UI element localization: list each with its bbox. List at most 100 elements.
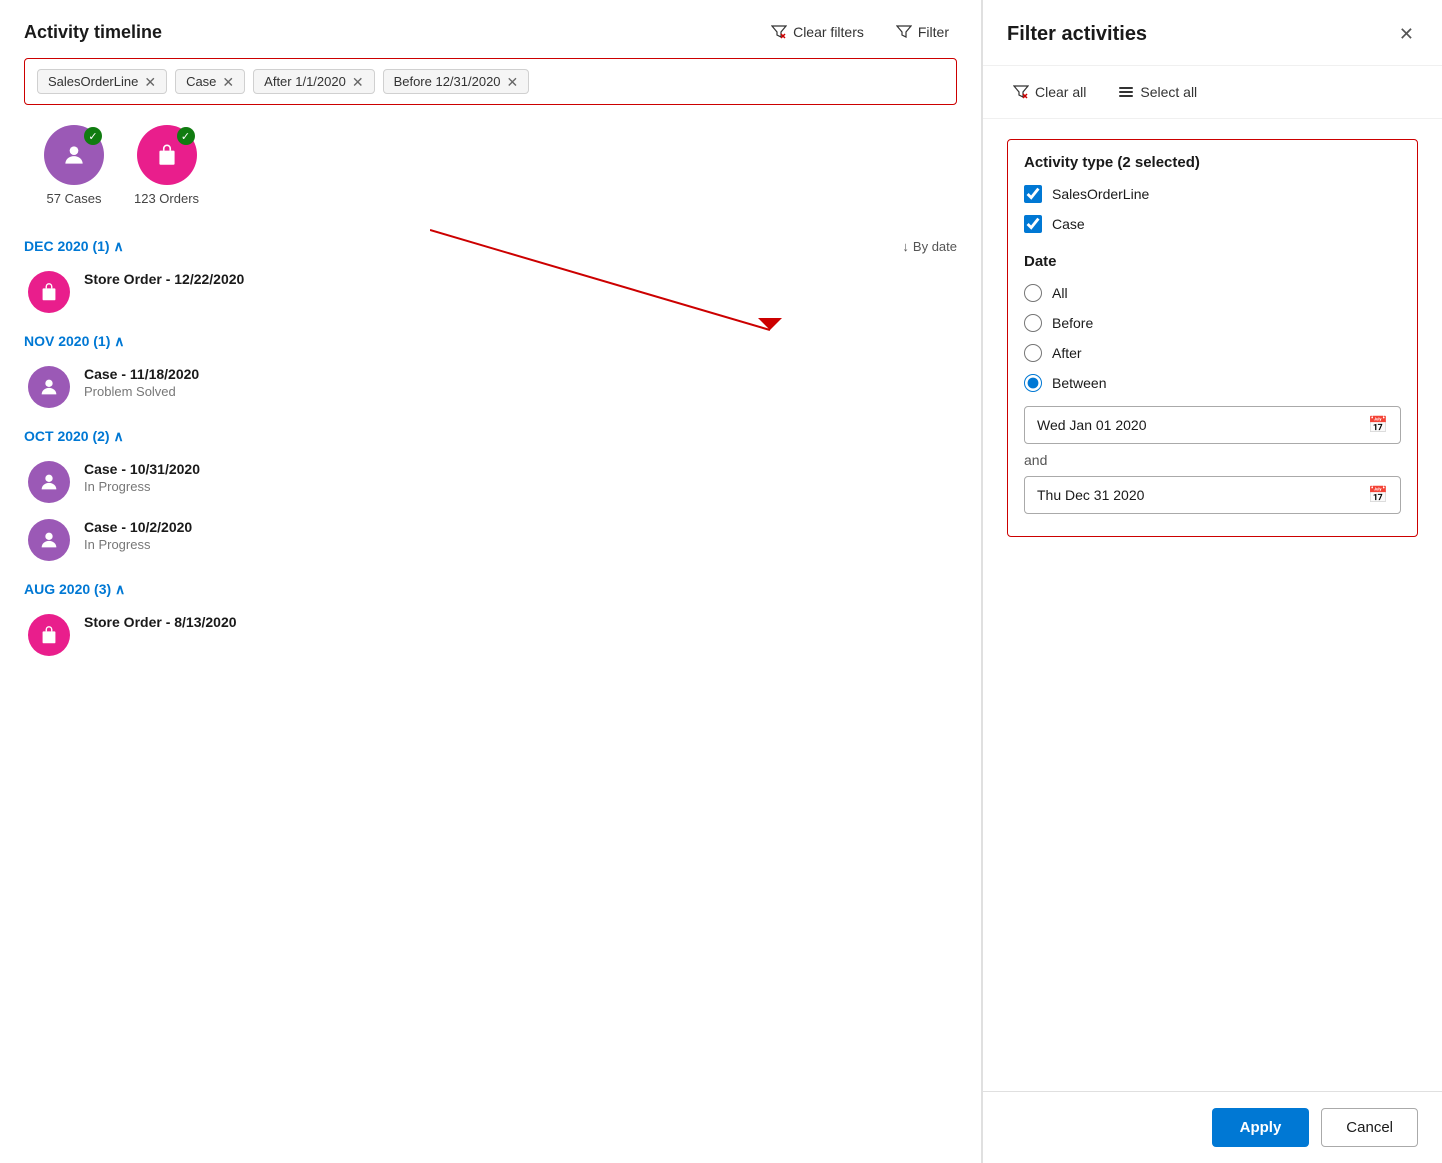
activity-type-section: Activity type (2 selected) SalesOrderLin…	[1007, 139, 1418, 537]
bag-icon-small	[38, 624, 60, 646]
item-subtitle: In Progress	[84, 479, 200, 494]
right-panel: Filter activities ✕ Clear all Select all…	[982, 0, 1442, 1163]
item-icon-person	[28, 366, 70, 408]
person-icon	[61, 142, 87, 168]
date-after-label: After	[1052, 345, 1082, 361]
right-content: Activity type (2 selected) SalesOrderLin…	[983, 119, 1442, 1091]
radio-before: Before	[1024, 314, 1401, 332]
timeline-item: Case - 10/31/2020 In Progress	[24, 461, 957, 503]
date-from-wrapper: 📅	[1024, 406, 1401, 444]
date-input-row: 📅 and 📅	[1024, 406, 1401, 514]
date-to-input[interactable]	[1037, 487, 1368, 503]
case-label: Case	[1052, 216, 1085, 232]
date-between-label: Between	[1052, 375, 1106, 391]
check-badge: ✓	[84, 127, 102, 145]
tag-close-after[interactable]: ✕	[352, 75, 364, 89]
date-between-radio[interactable]	[1024, 374, 1042, 392]
item-info: Case - 10/31/2020 In Progress	[84, 461, 200, 494]
date-all-radio[interactable]	[1024, 284, 1042, 302]
activity-title: Activity timeline	[24, 22, 162, 43]
select-all-button[interactable]: Select all	[1112, 80, 1203, 104]
date-before-label: Before	[1052, 315, 1093, 331]
stat-label-cases: 57 Cases	[47, 191, 102, 206]
filter-button[interactable]: Filter	[888, 20, 957, 44]
cases-icon-circle: ✓	[44, 125, 104, 185]
month-header-dec: DEC 2020 (1) ∧ ↓ By date	[24, 234, 957, 259]
salesorderline-label: SalesOrderLine	[1052, 186, 1149, 202]
item-info: Case - 10/2/2020 In Progress	[84, 519, 192, 552]
date-section: Date All Before After Between	[1024, 253, 1401, 514]
date-heading: Date	[1024, 253, 1401, 270]
tag-close-salesorderline[interactable]: ✕	[144, 75, 156, 89]
month-label-oct[interactable]: OCT 2020 (2) ∧	[24, 428, 124, 445]
timeline-section-nov: NOV 2020 (1) ∧ Case - 11/18/2020 Problem…	[24, 329, 957, 408]
calendar-to-icon[interactable]: 📅	[1368, 485, 1388, 505]
left-panel: Activity timeline Clear filters Filter S…	[0, 0, 982, 1163]
cancel-button[interactable]: Cancel	[1321, 1108, 1418, 1147]
item-icon-person	[28, 519, 70, 561]
date-all-label: All	[1052, 285, 1068, 301]
month-header-nov: NOV 2020 (1) ∧	[24, 329, 957, 354]
item-info: Store Order - 8/13/2020	[84, 614, 237, 630]
stat-item-orders: ✓ 123 Orders	[134, 125, 199, 206]
timeline-item: Store Order - 8/13/2020	[24, 614, 957, 656]
month-header-aug: AUG 2020 (3) ∧	[24, 577, 957, 602]
and-text: and	[1024, 452, 1401, 468]
funnel-clear-icon	[771, 24, 787, 40]
calendar-from-icon[interactable]: 📅	[1368, 415, 1388, 435]
item-subtitle: In Progress	[84, 537, 192, 552]
activity-type-heading: Activity type (2 selected)	[1024, 154, 1401, 171]
clear-filters-button[interactable]: Clear filters	[763, 20, 872, 44]
item-title: Store Order - 8/13/2020	[84, 614, 237, 630]
activity-header: Activity timeline Clear filters Filter	[24, 20, 957, 44]
orders-icon-circle: ✓	[137, 125, 197, 185]
header-actions: Clear filters Filter	[763, 20, 957, 44]
filter-tag: SalesOrderLine ✕	[37, 69, 167, 94]
item-subtitle: Problem Solved	[84, 384, 199, 399]
filter-tag: Before 12/31/2020 ✕	[383, 69, 530, 94]
check-badge-orders: ✓	[177, 127, 195, 145]
right-actions: Clear all Select all	[983, 66, 1442, 119]
month-label-aug[interactable]: AUG 2020 (3) ∧	[24, 581, 125, 598]
timeline-section-dec: DEC 2020 (1) ∧ ↓ By date Store Order - 1…	[24, 234, 957, 313]
filter-tags-box: SalesOrderLine ✕ Case ✕ After 1/1/2020 ✕…	[24, 58, 957, 105]
item-info: Case - 11/18/2020 Problem Solved	[84, 366, 199, 399]
date-after-radio[interactable]	[1024, 344, 1042, 362]
funnel-icon	[896, 24, 912, 40]
month-label-nov[interactable]: NOV 2020 (1) ∧	[24, 333, 125, 350]
item-info: Store Order - 12/22/2020	[84, 271, 244, 287]
right-panel-title: Filter activities	[1007, 23, 1147, 46]
salesorderline-checkbox[interactable]	[1024, 185, 1042, 203]
right-header: Filter activities ✕	[983, 0, 1442, 66]
clear-all-button[interactable]: Clear all	[1007, 80, 1092, 104]
month-label-dec[interactable]: DEC 2020 (1) ∧	[24, 238, 124, 255]
apply-button[interactable]: Apply	[1212, 1108, 1310, 1147]
radio-after: After	[1024, 344, 1401, 362]
tag-close-case[interactable]: ✕	[222, 75, 234, 89]
filter-tag: Case ✕	[175, 69, 245, 94]
case-checkbox[interactable]	[1024, 215, 1042, 233]
right-footer: Apply Cancel	[983, 1091, 1442, 1163]
radio-between: Between	[1024, 374, 1401, 392]
item-title: Case - 11/18/2020	[84, 366, 199, 382]
item-title: Case - 10/2/2020	[84, 519, 192, 535]
timeline-item: Case - 10/2/2020 In Progress	[24, 519, 957, 561]
tag-close-before[interactable]: ✕	[507, 75, 519, 89]
sort-by-date-button[interactable]: ↓ By date	[902, 239, 957, 254]
stat-item-cases: ✓ 57 Cases	[44, 125, 104, 206]
bag-icon-small	[38, 281, 60, 303]
timeline-section-aug: AUG 2020 (3) ∧ Store Order - 8/13/2020	[24, 577, 957, 656]
item-title: Store Order - 12/22/2020	[84, 271, 244, 287]
timeline-section-oct: OCT 2020 (2) ∧ Case - 10/31/2020 In Prog…	[24, 424, 957, 561]
close-button[interactable]: ✕	[1395, 20, 1418, 49]
funnel-clear-icon-right	[1013, 84, 1029, 100]
item-title: Case - 10/31/2020	[84, 461, 200, 477]
bag-icon	[154, 142, 180, 168]
person-icon-small	[38, 376, 60, 398]
checkbox-salesorderline: SalesOrderLine	[1024, 185, 1401, 203]
date-before-radio[interactable]	[1024, 314, 1042, 332]
select-all-icon	[1118, 84, 1134, 100]
date-from-input[interactable]	[1037, 417, 1368, 433]
person-icon-small	[38, 471, 60, 493]
item-icon-bag	[28, 271, 70, 313]
